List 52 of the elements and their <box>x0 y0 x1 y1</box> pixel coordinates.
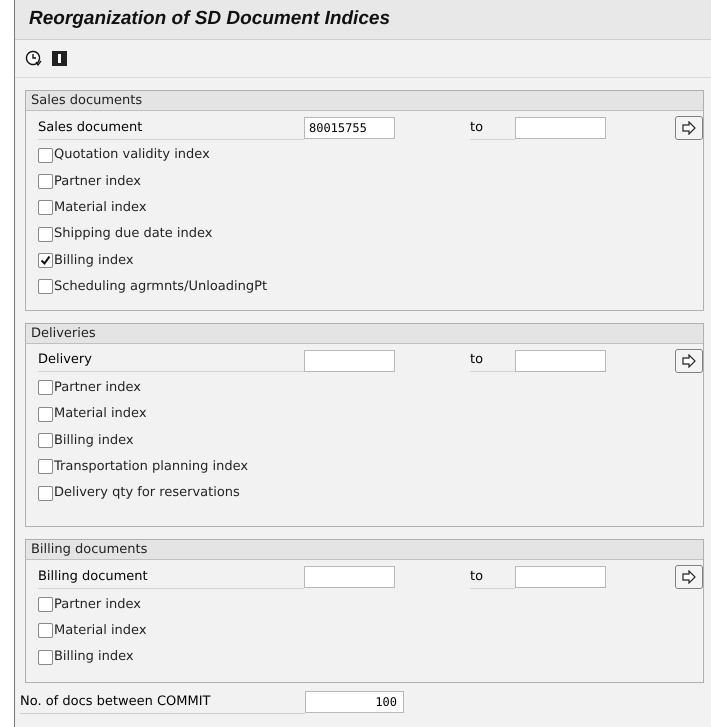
checkbox-label: Transportation planning index <box>54 458 248 476</box>
checkbox[interactable] <box>38 433 53 448</box>
field-label: Billing document <box>38 566 304 589</box>
checkbox[interactable] <box>38 406 53 422</box>
checkbox-label: Partner index <box>54 172 141 191</box>
field-label: No. of docs between COMMIT <box>20 690 305 714</box>
commit-count-field[interactable]: 100 <box>305 691 404 714</box>
checkbox[interactable] <box>38 226 53 242</box>
to-field[interactable] <box>515 117 606 139</box>
checkbox[interactable] <box>38 596 53 612</box>
from-field[interactable] <box>304 566 395 588</box>
clock-icon[interactable] <box>25 50 42 67</box>
checkbox[interactable] <box>38 623 53 638</box>
section-header: Sales documents <box>26 91 703 111</box>
checkbox[interactable] <box>38 459 53 474</box>
checkbox-label: Material index <box>54 405 147 424</box>
from-field[interactable] <box>304 350 395 372</box>
checkbox-label: Quotation validity index <box>54 146 210 164</box>
arrow-right-icon <box>681 570 697 584</box>
checkbox-label: Delivery qty for reservations <box>54 484 240 502</box>
checkbox-label: Partner index <box>54 379 141 398</box>
checkbox-label: Billing index <box>54 432 134 450</box>
field-label: Sales document <box>38 116 304 140</box>
checkbox-label: Material index <box>54 198 147 217</box>
multiple-selection-button[interactable] <box>675 565 703 590</box>
from-field[interactable]: 80015755 <box>304 117 395 139</box>
checkbox[interactable] <box>38 380 53 396</box>
checkbox[interactable] <box>38 279 53 294</box>
checkbox[interactable] <box>38 200 53 216</box>
checkbox-label: Partner index <box>54 596 141 614</box>
checkbox-label: Billing index <box>54 252 134 270</box>
checkbox[interactable] <box>38 650 53 664</box>
arrow-right-icon <box>681 121 697 135</box>
checkbox-label: Material index <box>54 622 147 640</box>
window-title: Reorganization of SD Document Indices <box>29 7 390 32</box>
checkbox[interactable] <box>38 148 53 163</box>
checkbox-label: Shipping due date index <box>54 225 212 244</box>
checkbox[interactable] <box>38 486 53 501</box>
checkmark-icon <box>40 254 51 266</box>
arrow-right-icon <box>681 354 697 368</box>
checkbox[interactable] <box>38 174 53 189</box>
section-header: Deliveries <box>26 324 703 344</box>
to-field[interactable] <box>515 350 606 372</box>
info-icon[interactable] <box>52 51 67 66</box>
multiple-selection-button[interactable] <box>675 348 703 373</box>
to-field[interactable] <box>515 566 606 588</box>
checkbox-label: Billing index <box>54 648 134 666</box>
checkbox-label: Scheduling agrmnts/UnloadingPt <box>54 278 268 296</box>
field-label: Delivery <box>38 349 304 372</box>
section-header: Billing documents <box>26 540 703 560</box>
multiple-selection-button[interactable] <box>675 116 703 140</box>
checkbox[interactable] <box>38 252 53 268</box>
